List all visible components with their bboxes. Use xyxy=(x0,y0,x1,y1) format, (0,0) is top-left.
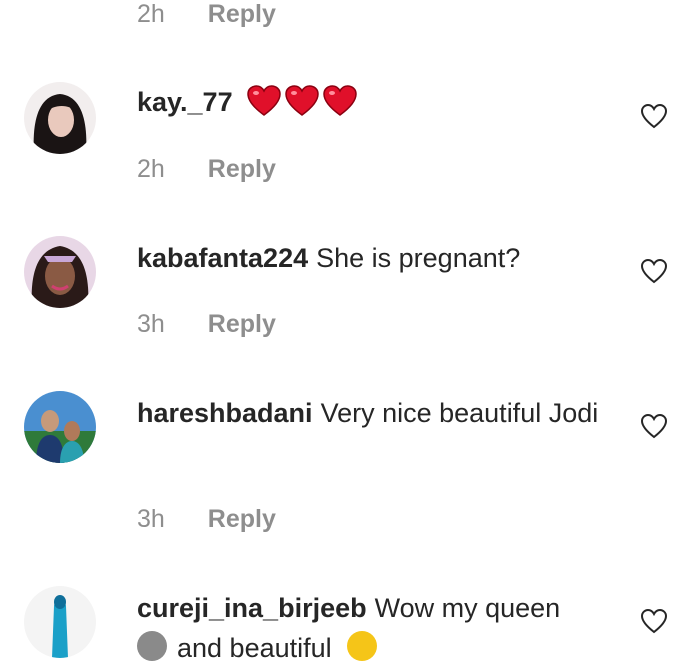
comment-timestamp: 2h xyxy=(137,0,165,28)
comment-body: She is pregnant? xyxy=(316,243,521,273)
comment-timestamp: 3h xyxy=(137,310,165,338)
comment-username[interactable]: cureji_ina_birjeeb xyxy=(137,593,367,623)
reply-button[interactable]: Reply xyxy=(208,155,276,183)
red-heart-emoji-icon xyxy=(284,85,319,116)
smiling-emoji-icon xyxy=(137,631,167,661)
comment-body: Very nice beautiful Jodi xyxy=(320,398,599,428)
like-heart-icon[interactable] xyxy=(640,608,668,634)
comment-body-line-2: and beautiful xyxy=(177,633,332,663)
comment-username[interactable]: hareshbadani xyxy=(137,398,313,428)
avatar[interactable] xyxy=(24,586,96,658)
avatar[interactable] xyxy=(24,82,96,154)
comment-timestamp: 2h xyxy=(137,155,165,183)
like-heart-icon[interactable] xyxy=(640,258,668,284)
face-emoji-icon xyxy=(347,631,378,661)
comment-text: kay._77 xyxy=(137,82,607,122)
avatar[interactable] xyxy=(24,391,96,463)
like-heart-icon[interactable] xyxy=(640,103,668,129)
comment-username[interactable]: kabafanta224 xyxy=(137,243,308,273)
comment-text: hareshbadani Very nice beautiful Jodi xyxy=(137,393,607,433)
red-heart-emoji-icon xyxy=(246,85,281,116)
comment-meta: 2h Reply xyxy=(137,155,276,184)
reply-button[interactable]: Reply xyxy=(208,505,276,533)
comment-body: Wow my queen xyxy=(374,593,561,623)
comment-meta: 3h Reply xyxy=(137,505,276,534)
reply-button[interactable]: Reply xyxy=(208,0,276,28)
reply-button[interactable]: Reply xyxy=(208,310,276,338)
comment-meta: 3h Reply xyxy=(137,310,276,339)
red-heart-emoji-icon xyxy=(322,85,357,116)
like-heart-icon[interactable] xyxy=(640,413,668,439)
comment-timestamp: 3h xyxy=(137,505,165,533)
avatar[interactable] xyxy=(24,236,96,308)
comment-text: kabafanta224 She is pregnant? xyxy=(137,238,607,278)
comment-text: cureji_ina_birjeeb Wow my queen and beaut… xyxy=(137,588,607,668)
comment-username[interactable]: kay._77 xyxy=(137,87,233,117)
comment-meta: 2h Reply xyxy=(137,0,276,29)
